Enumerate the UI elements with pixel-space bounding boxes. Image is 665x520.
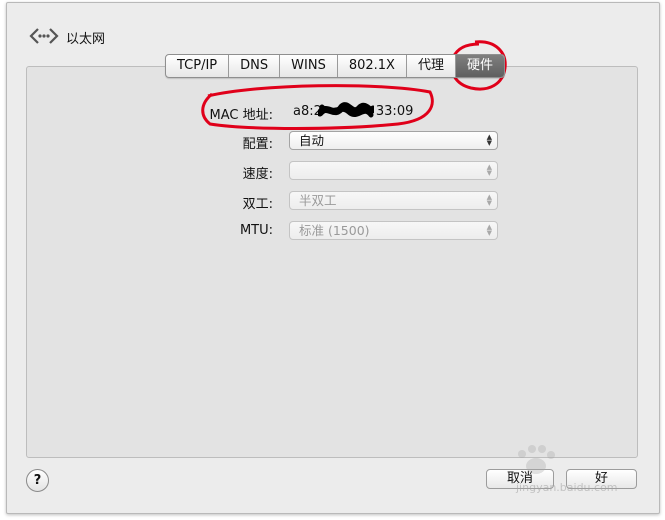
duplex-label: 双工:: [242, 197, 273, 212]
mtu-label: MTU:: [239, 223, 273, 238]
redaction-scribble: [318, 102, 374, 118]
duplex-value: 半双工: [299, 193, 337, 208]
speed-label: 速度:: [242, 167, 273, 182]
back-arrows-icon[interactable]: [29, 27, 59, 45]
tab-8021x[interactable]: 802.1X: [338, 55, 407, 77]
mtu-value: 标准 (1500): [299, 223, 370, 238]
tab-proxy[interactable]: 代理: [407, 55, 456, 77]
tab-wins[interactable]: WINS: [280, 55, 338, 77]
cancel-button[interactable]: 取消: [486, 469, 554, 489]
tab-tcpip[interactable]: TCP/IP: [166, 55, 230, 77]
speed-popup[interactable]: ▲ ▼: [289, 161, 498, 180]
duplex-popup[interactable]: 半双工 ▲ ▼: [289, 191, 498, 210]
config-value: 自动: [299, 133, 325, 148]
tab-hardware[interactable]: 硬件: [455, 55, 504, 77]
hardware-panel: [26, 66, 638, 458]
config-label: 配置:: [242, 137, 273, 152]
popup-arrows-icon: ▲ ▼: [486, 133, 492, 147]
mtu-popup[interactable]: 标准 (1500) ▲ ▼: [289, 221, 498, 240]
tab-dns[interactable]: DNS: [229, 55, 281, 77]
popup-arrows-icon: ▲ ▼: [486, 223, 492, 237]
ok-button[interactable]: 好: [566, 469, 637, 489]
mac-address-label: MAC 地址:: [209, 108, 273, 123]
help-button[interactable]: ?: [26, 469, 49, 492]
mac-address-end: 33:09: [375, 104, 414, 119]
popup-arrows-icon: ▲ ▼: [486, 163, 492, 177]
window-title: 以太网: [66, 32, 106, 47]
config-popup[interactable]: 自动 ▲ ▼: [289, 131, 498, 150]
tab-bar: TCP/IP DNS WINS 802.1X 代理 硬件: [165, 54, 505, 78]
popup-arrows-icon: ▲ ▼: [486, 193, 492, 207]
